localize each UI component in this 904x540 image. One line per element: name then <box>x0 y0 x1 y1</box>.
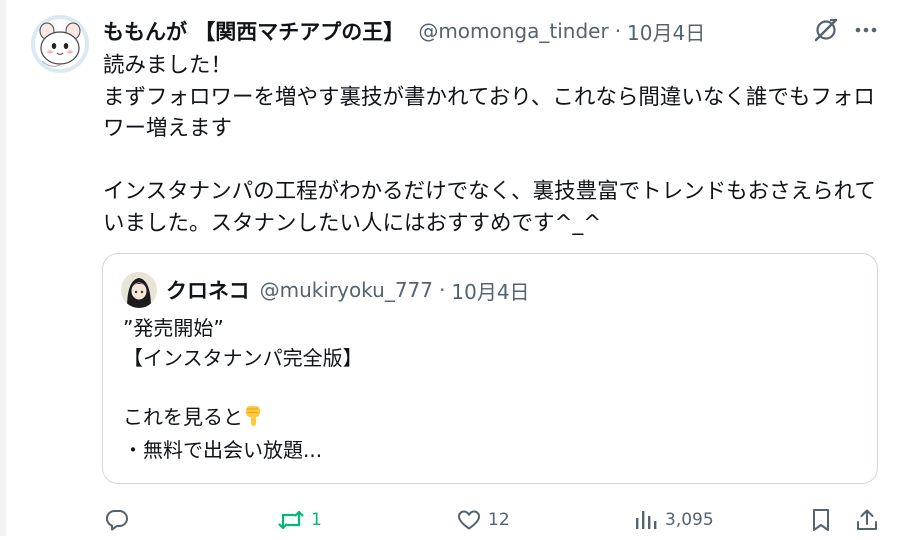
more-options-icon[interactable] <box>852 16 880 44</box>
share-button[interactable] <box>854 507 880 533</box>
reply-button[interactable] <box>104 507 130 533</box>
quoted-author-avatar <box>121 272 157 308</box>
action-bar: 1 12 3,095 <box>0 500 904 540</box>
quoted-tweet-header: クロネコ @mukiryoku_777 · 10月4日 <box>166 274 530 306</box>
repost-icon <box>278 510 304 530</box>
like-count: 12 <box>488 510 510 530</box>
views-button[interactable]: 3,095 <box>633 507 714 533</box>
bookmark-button[interactable] <box>808 507 834 533</box>
reply-icon <box>105 509 128 531</box>
quoted-line-2: 【インスタナンパ完全版】 <box>123 345 363 370</box>
quoted-tweet-date[interactable]: 10月4日 <box>451 276 529 305</box>
views-count: 3,095 <box>665 510 714 530</box>
backhand-index-pointing-down-emoji <box>243 404 265 437</box>
grok-icon[interactable] <box>812 16 840 44</box>
like-button[interactable]: 12 <box>456 507 510 533</box>
repost-count: 1 <box>311 510 322 530</box>
author-display-name[interactable]: ももんが 【関西マチアプの王】 <box>103 16 404 46</box>
quoted-line-4: ・無料で出会い放題... <box>123 438 323 462</box>
quoted-author-handle[interactable]: @mukiryoku_777 <box>260 278 433 302</box>
quoted-tweet[interactable]: クロネコ @mukiryoku_777 · 10月4日 ”発売開始” 【インスタ… <box>102 253 878 484</box>
header-separator: · <box>614 19 622 43</box>
quoted-line-3: これを見ると <box>123 404 243 429</box>
bookmark-icon <box>813 509 829 531</box>
repost-button[interactable]: 1 <box>277 507 322 533</box>
quoted-header-separator: · <box>439 278 446 302</box>
author-handle[interactable]: @momonga_tinder <box>418 19 608 43</box>
quoted-author-display-name[interactable]: クロネコ <box>166 275 250 305</box>
tweet-text: 読みました！ まずフォロワーを増やす裏技が書かれており、これなら間違いなく誰でも… <box>103 53 876 236</box>
quoted-tweet-text: ”発売開始” 【インスタナンパ完全版】 これを見ると ・無料で出会い放題... <box>123 314 863 466</box>
tweet-header: ももんが 【関西マチアプの王】 @momonga_tinder · 10月4日 <box>103 14 705 48</box>
author-avatar[interactable] <box>31 15 89 73</box>
left-divider <box>0 0 6 536</box>
heart-icon <box>458 510 480 530</box>
tweet-date[interactable]: 10月4日 <box>627 17 705 46</box>
quoted-line-1: ”発売開始” <box>123 316 224 340</box>
share-icon <box>857 509 877 530</box>
views-icon <box>636 511 657 529</box>
tweet[interactable]: ももんが 【関西マチアプの王】 @momonga_tinder · 10月4日 … <box>0 0 904 536</box>
